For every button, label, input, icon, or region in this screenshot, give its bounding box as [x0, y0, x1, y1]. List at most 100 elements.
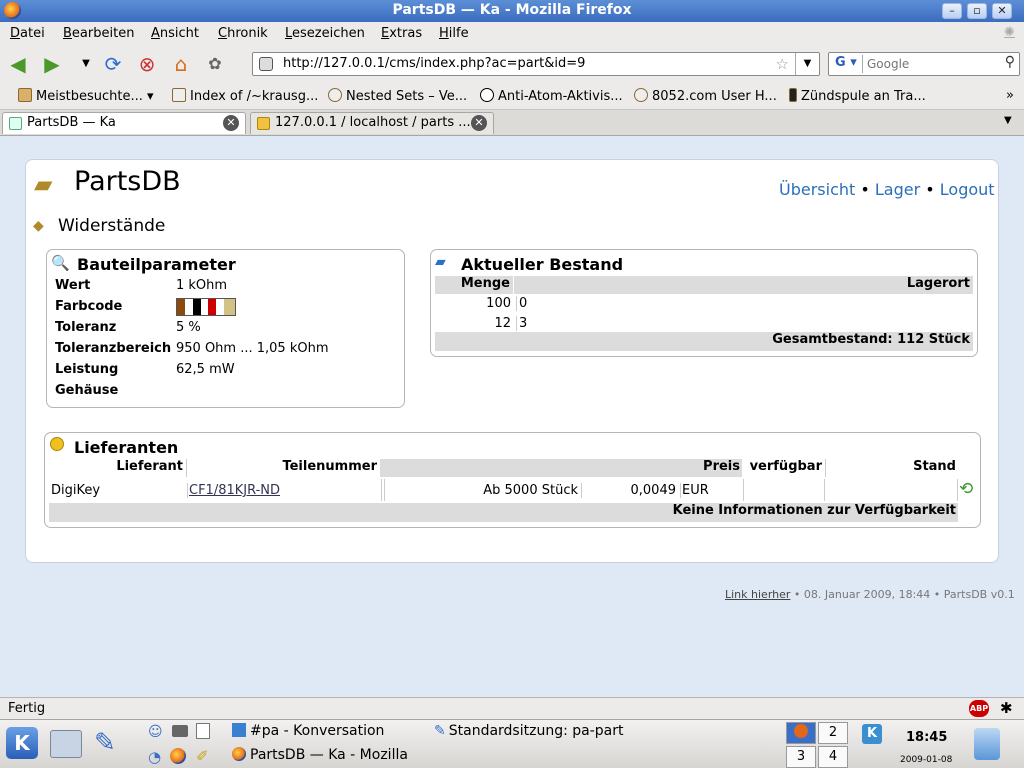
stop-icon[interactable]: ⊗ — [135, 52, 159, 76]
text-file-icon[interactable] — [196, 723, 210, 739]
search-engine-icon[interactable]: G ▾ — [831, 55, 863, 73]
window-titlebar[interactable]: PartsDB — Ka - Mozilla Firefox – ▫ ✕ — [0, 0, 1024, 22]
tab-partsdb[interactable]: PartsDB — Ka ✕ — [2, 112, 246, 134]
permalink[interactable]: Link hierher — [725, 588, 790, 601]
folder-icon — [18, 88, 32, 102]
close-button[interactable]: ✕ — [992, 3, 1012, 19]
desktop-2[interactable]: 2 — [818, 722, 848, 744]
param-label: Toleranz — [55, 320, 117, 335]
stock-total: Gesamtbestand: 112 Stück — [435, 332, 973, 351]
klipper-icon[interactable]: K — [862, 724, 882, 744]
phpmyadmin-icon — [257, 117, 270, 130]
firefox-task-icon — [232, 747, 246, 761]
search-bar[interactable]: G ▾ ⚲ — [828, 52, 1020, 76]
footer-text: • 08. Januar 2009, 18:44 • PartsDB v0.1 — [790, 588, 1015, 601]
nav-logout[interactable]: Logout — [940, 180, 995, 199]
menu-bearbeiten[interactable]: Bearbeiten — [63, 26, 134, 41]
desktop-3[interactable]: 3 — [786, 746, 816, 768]
bookmark-zuendspule[interactable]: Zündspule an Tra... — [789, 88, 926, 104]
nav-uebersicht[interactable]: Übersicht — [779, 180, 855, 199]
task-firefox[interactable]: PartsDB — Ka - Mozilla — [232, 747, 432, 763]
bookmark-meistbesuchte[interactable]: Meistbesuchte... ▾ — [18, 88, 154, 104]
misc-launcher-icon[interactable]: ✐ — [196, 747, 209, 765]
refresh-icon[interactable]: ⟲ — [959, 479, 973, 499]
col-price: Preis — [380, 459, 742, 477]
site-identity-icon[interactable] — [259, 57, 273, 71]
session-icon: ✎ — [434, 723, 446, 739]
bookmark-anti-atom[interactable]: Anti-Atom-Aktivis... — [480, 88, 623, 104]
minimize-button[interactable]: – — [942, 3, 962, 19]
menu-lesezeichen[interactable]: Lesezeichen — [285, 26, 365, 41]
forward-arrow-icon[interactable]: ▶ — [40, 52, 64, 76]
kopete-icon[interactable]: ☺ — [148, 724, 163, 740]
tab-list-icon[interactable]: ▼ — [1004, 115, 1012, 126]
col-updated: Stand — [825, 459, 958, 477]
task-konversation[interactable]: #pa - Konversation — [232, 723, 384, 739]
param-value: 5 % — [176, 320, 201, 335]
task-konsole[interactable]: ✎ Standardsitzung: pa-part — [434, 723, 624, 739]
desktop-icon[interactable] — [50, 730, 82, 758]
konqueror-icon[interactable]: ◔ — [148, 748, 161, 766]
col-available: verfügbar — [743, 459, 824, 477]
firefox-launcher-icon[interactable] — [170, 748, 186, 764]
bookmark-star-icon[interactable]: ☆ — [776, 55, 789, 73]
home-icon[interactable]: ⌂ — [169, 52, 193, 76]
search-input[interactable] — [867, 55, 997, 73]
url-bar[interactable]: http://127.0.0.1/cms/index.php?ac=part&i… — [252, 52, 820, 76]
history-dropdown-icon[interactable]: ▼ — [74, 52, 98, 76]
reload-icon[interactable]: ⟳ — [101, 52, 125, 76]
maximize-button[interactable]: ▫ — [967, 3, 987, 19]
stock-loc: 3 — [516, 316, 527, 331]
param-value: 950 Ohm ... 1,05 kOhm — [176, 341, 329, 356]
extension-icon[interactable]: ✿ — [203, 52, 227, 76]
url-dropdown-icon[interactable]: ▼ — [795, 53, 819, 75]
close-tab-icon[interactable]: ✕ — [223, 115, 239, 131]
price-min-qty: Ab 5000 Stück — [483, 483, 578, 498]
param-label: Leistung — [55, 362, 119, 377]
nav-lager[interactable]: Lager — [875, 180, 920, 199]
search-icon[interactable]: ⚲ — [1005, 54, 1015, 70]
editor-icon[interactable]: ✎ — [94, 728, 116, 758]
page-icon — [172, 88, 186, 102]
throbber-icon: ✺ — [1004, 25, 1015, 40]
param-label: Wert — [55, 278, 91, 293]
param-label: Farbcode — [55, 299, 123, 314]
menu-chronik[interactable]: Chronik — [218, 26, 268, 41]
clock-date[interactable]: 2009-01-08 — [900, 755, 952, 765]
clock-time[interactable]: 18:45 — [906, 730, 947, 745]
taskbar: K ✎ ☺ ◔ ✐ #pa - Konversation ✎ Standardsi… — [0, 719, 1024, 768]
kde-menu-icon[interactable]: K — [6, 727, 38, 759]
status-bar: Fertig ABP ✱ — [0, 697, 1024, 719]
close-tab-icon[interactable]: ✕ — [471, 115, 487, 131]
page-icon — [789, 88, 797, 102]
terminal-icon[interactable] — [172, 725, 188, 737]
part-number-link[interactable]: CF1/81KJR-ND — [187, 483, 280, 498]
menu-datei[interactable]: Datei — [10, 26, 45, 41]
stock-qty: 100 — [486, 296, 511, 311]
menu-ansicht[interactable]: Ansicht — [151, 26, 199, 41]
menu-extras[interactable]: Extras — [381, 26, 422, 41]
back-arrow-icon[interactable]: ◀ — [6, 52, 30, 76]
bookmarks-overflow-icon[interactable]: » — [1006, 88, 1014, 103]
bookmark-nested-sets[interactable]: Nested Sets – Ve... — [328, 88, 467, 104]
desktop-4[interactable]: 4 — [818, 746, 848, 768]
tab-phpmyadmin[interactable]: 127.0.0.1 / localhost / parts ... ✕ — [250, 112, 494, 134]
price-value: 0,0049 — [581, 483, 678, 498]
bookmark-index[interactable]: Index of /~krausg... — [172, 88, 318, 104]
magnifier-icon: 🔍 — [51, 254, 70, 272]
konversation-icon — [232, 723, 246, 737]
desktop-1-icon[interactable] — [786, 722, 816, 744]
category-title: Widerstände — [58, 216, 166, 236]
adblock-icon[interactable]: ABP — [969, 700, 989, 717]
supplier-icon — [50, 437, 64, 451]
page-footer: Link hierher • 08. Januar 2009, 18:44 • … — [725, 588, 1015, 601]
trash-icon[interactable] — [974, 728, 1000, 760]
firebug-icon[interactable]: ✱ — [1000, 699, 1013, 717]
menu-hilfe[interactable]: Hilfe — [439, 26, 469, 41]
col-part-no: Teilenummer — [186, 459, 379, 477]
status-text: Fertig — [8, 701, 46, 716]
bookmark-8052[interactable]: 8052.com User H... — [634, 88, 777, 104]
window-title: PartsDB — Ka - Mozilla Firefox — [392, 2, 632, 18]
main-panel: ▰ PartsDB Übersicht • Lager • Logout ◆ W… — [25, 159, 999, 563]
menubar: Datei Bearbeiten Ansicht Chronik Lesezei… — [0, 22, 1024, 46]
